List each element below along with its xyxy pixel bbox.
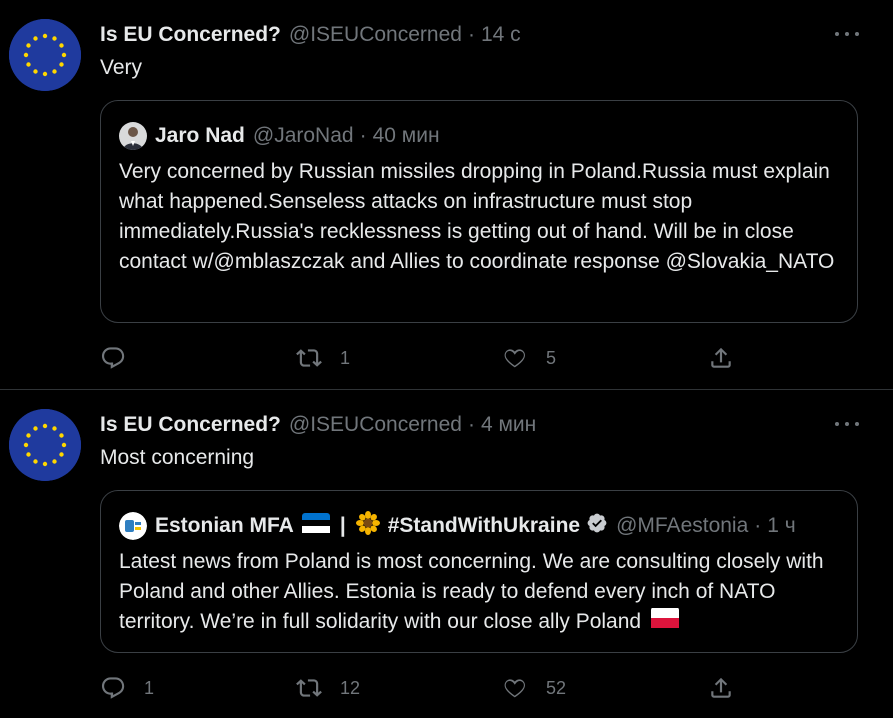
tweet[interactable]: Is EU Concerned? @ISEUConcerned · 14 с V…	[0, 0, 893, 390]
eu-flag-avatar[interactable]	[9, 409, 81, 481]
tweet-text: Very	[100, 56, 143, 79]
reply-icon	[101, 347, 125, 369]
eu-flag-icon	[9, 19, 81, 91]
retweet-icon	[296, 349, 322, 367]
tweet-actions: 1 5	[100, 344, 760, 372]
sunflower-icon	[355, 511, 380, 541]
reply-count: 1	[144, 677, 155, 698]
quoted-tweet-body: Latest news from Poland is most concerni…	[119, 547, 849, 637]
author-handle[interactable]: @ISEUConcerned	[289, 23, 462, 47]
quoted-author-hashtag[interactable]: #StandWithUkraine	[388, 514, 580, 538]
author-name[interactable]: Is EU Concerned?	[100, 413, 281, 437]
reply-button[interactable]	[100, 344, 144, 372]
eu-flag-avatar[interactable]	[9, 19, 81, 91]
tweet-header: Is EU Concerned? @ISEUConcerned · 14 с	[100, 21, 521, 49]
reply-button[interactable]: 1	[100, 674, 154, 702]
tweet-text: Most concerning	[100, 446, 255, 469]
separator-dot: ·	[467, 413, 475, 436]
separator-dot: ·	[359, 124, 367, 147]
quoted-author-handle[interactable]: @JaroNad	[253, 124, 354, 148]
like-button[interactable]: 52	[502, 674, 566, 702]
verified-badge-icon	[586, 512, 608, 540]
heart-icon	[504, 349, 525, 368]
retweet-icon	[296, 679, 322, 697]
name-separator: |	[339, 514, 346, 537]
more-options-icon[interactable]	[835, 416, 859, 432]
separator-dot: ·	[754, 514, 762, 537]
quoted-tweet-time[interactable]: 1 ч	[767, 514, 795, 538]
share-icon	[711, 347, 731, 368]
tweet-header: Is EU Concerned? @ISEUConcerned · 4 мин	[100, 411, 536, 439]
like-button[interactable]: 5	[502, 344, 556, 372]
quoted-author-name[interactable]: Estonian MFA	[155, 514, 294, 538]
separator-dot: ·	[467, 23, 475, 46]
retweet-button[interactable]: 12	[296, 674, 360, 702]
tweet[interactable]: Is EU Concerned? @ISEUConcerned · 4 мин …	[0, 390, 893, 718]
heart-icon	[504, 679, 525, 698]
quoted-author-handle[interactable]: @MFAestonia	[616, 514, 748, 538]
more-options-icon[interactable]	[835, 26, 859, 42]
share-button[interactable]	[708, 344, 734, 372]
retweet-button[interactable]: 1	[296, 344, 350, 372]
estonia-flag-icon	[301, 513, 330, 539]
share-button[interactable]	[708, 674, 734, 702]
quoted-tweet-header: Jaro Nad @JaroNad · 40 мин	[119, 121, 440, 151]
quoted-tweet-time[interactable]: 40 мин	[373, 124, 440, 148]
reply-icon	[101, 677, 125, 699]
poland-flag-icon	[650, 607, 679, 637]
tweet-time[interactable]: 14 с	[481, 23, 521, 47]
quoted-tweet-header: Estonian MFA | #StandWithUkraine @MFAest…	[119, 511, 796, 541]
tweet-actions: 1 12 52	[100, 674, 760, 702]
estonia-mfa-logo-icon[interactable]	[119, 512, 147, 540]
retweet-count: 12	[340, 677, 361, 698]
eu-flag-icon	[9, 409, 81, 481]
quoted-author-name[interactable]: Jaro Nad	[155, 124, 245, 148]
quoted-tweet[interactable]: Jaro Nad @JaroNad · 40 мин Very concerne…	[100, 100, 858, 323]
person-avatar-icon[interactable]	[119, 122, 147, 150]
author-handle[interactable]: @ISEUConcerned	[289, 413, 462, 437]
quoted-tweet-text: Very concerned by Russian missiles dropp…	[119, 160, 835, 273]
quoted-tweet[interactable]: Estonian MFA | #StandWithUkraine @MFAest…	[100, 490, 858, 653]
retweet-count: 1	[340, 347, 351, 368]
share-icon	[711, 677, 731, 698]
like-count: 5	[546, 347, 557, 368]
quoted-tweet-text: Latest news from Poland is most concerni…	[119, 550, 824, 633]
author-name[interactable]: Is EU Concerned?	[100, 23, 281, 47]
like-count: 52	[546, 677, 567, 698]
tweet-time[interactable]: 4 мин	[481, 413, 536, 437]
